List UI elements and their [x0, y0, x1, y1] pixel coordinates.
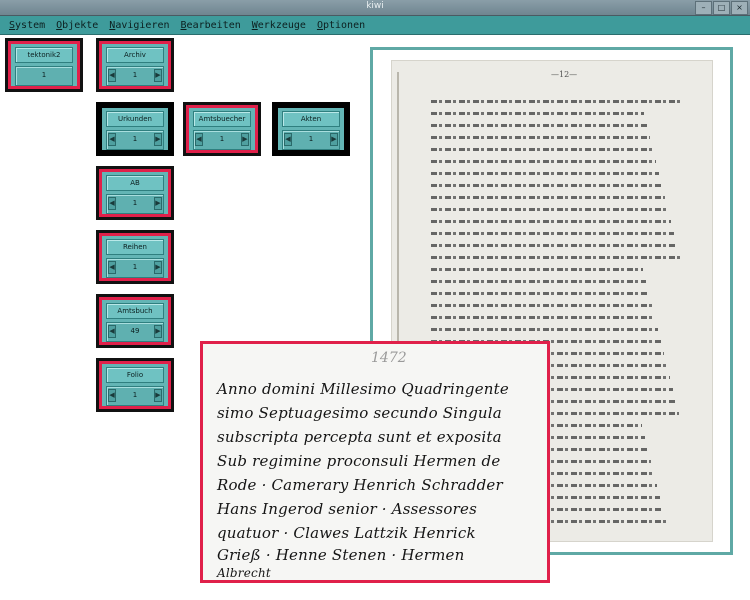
menu-bar: System Objekte Navigieren Bearbeiten Wer…	[0, 16, 750, 35]
node-value: 1	[132, 71, 138, 79]
hierarchy-node-archiv: Archiv ◀ 1 ▶	[96, 38, 174, 92]
handwriting-stroke	[431, 292, 649, 295]
arrow-right-icon[interactable]: ▶	[154, 133, 162, 146]
handwriting-stroke	[431, 208, 668, 211]
handwriting-stroke	[431, 196, 665, 199]
transcript-line: subscripta percepta sunt et exposita	[217, 428, 502, 446]
node-label-button[interactable]: Folio	[106, 367, 164, 383]
handwriting-stroke	[431, 112, 644, 115]
handwriting-stroke	[431, 136, 650, 139]
handwriting-stroke	[431, 160, 656, 163]
node-label-button[interactable]: Archiv	[106, 47, 164, 63]
node-label-button[interactable]: Reihen	[106, 239, 164, 255]
node-spinner: ◀ 1 ▶	[106, 130, 164, 150]
arrow-right-icon[interactable]: ▶	[154, 197, 162, 210]
transcript-line: Grieß · Henne Stenen · Hermen	[217, 546, 465, 564]
node-spinner: ◀ 1 ▶	[282, 130, 340, 150]
arrow-left-icon[interactable]: ◀	[108, 261, 116, 274]
handwriting-stroke	[431, 172, 659, 175]
arrow-left-icon[interactable]: ◀	[108, 69, 116, 82]
node-spinner: 1	[15, 66, 73, 86]
node-label-button[interactable]: Akten	[282, 111, 340, 127]
arrow-right-icon[interactable]: ▶	[154, 261, 162, 274]
menu-optionen[interactable]: Optionen	[317, 20, 365, 31]
node-spinner: ◀ 1 ▶	[193, 130, 251, 150]
hierarchy-node-akten: Akten ◀ 1 ▶	[272, 102, 350, 156]
handwriting-stroke	[431, 184, 662, 187]
arrow-left-icon[interactable]: ◀	[195, 133, 203, 146]
arrow-right-icon[interactable]: ▶	[154, 325, 162, 338]
hierarchy-node-urkunden: Urkunden ◀ 1 ▶	[96, 102, 174, 156]
transcript-line: Anno domini Millesimo Quadringente	[217, 380, 509, 398]
arrow-right-icon[interactable]: ▶	[154, 69, 162, 82]
window-titlebar[interactable]: kiwi – □ ×	[0, 0, 750, 16]
handwriting-stroke	[431, 148, 653, 151]
arrow-left-icon[interactable]: ◀	[108, 197, 116, 210]
transcript-line: quatuor · Clawes Lattzik Henrick	[217, 524, 476, 542]
menu-bearbeiten[interactable]: Bearbeiten	[181, 20, 241, 31]
node-value: 1	[132, 263, 138, 271]
node-value: 1	[308, 135, 314, 143]
menu-werkzeuge[interactable]: Werkzeuge	[252, 20, 306, 31]
handwriting-stroke	[431, 232, 674, 235]
transcript-line: simo Septuagesimo secundo Singula	[217, 404, 502, 422]
node-spinner: ◀ 1 ▶	[106, 66, 164, 86]
close-icon[interactable]: ×	[731, 1, 748, 15]
zoom-detail-view[interactable]: 1472 Anno domini Millesimo Quadringente …	[200, 341, 550, 583]
arrow-left-icon[interactable]: ◀	[108, 325, 116, 338]
node-value: 1	[132, 199, 138, 207]
arrow-left-icon[interactable]: ◀	[284, 133, 292, 146]
node-spinner: ◀ 1 ▶	[106, 258, 164, 278]
node-spinner: ◀ 1 ▶	[106, 386, 164, 406]
year-annotation: 1472	[371, 350, 407, 366]
handwriting-stroke	[431, 220, 671, 223]
handwriting-stroke	[431, 328, 658, 331]
node-spinner: ◀ 1 ▶	[106, 194, 164, 214]
hierarchy-node-tektonik: tektonik2 1	[5, 38, 83, 92]
menu-objekte[interactable]: Objekte	[56, 20, 98, 31]
transcript-line: Albrecht	[217, 566, 271, 580]
hierarchy-node-folio: Folio ◀ 1 ▶	[96, 358, 174, 412]
menu-navigieren[interactable]: Navigieren	[109, 20, 169, 31]
minimize-icon[interactable]: –	[695, 1, 712, 15]
arrow-right-icon[interactable]: ▶	[330, 133, 338, 146]
arrow-right-icon[interactable]: ▶	[241, 133, 249, 146]
hierarchy-node-amtsbuch: Amtsbuch ◀ 49 ▶	[96, 294, 174, 348]
handwriting-stroke	[431, 280, 646, 283]
node-label-button[interactable]: tektonik2	[15, 47, 73, 63]
window-title: kiwi	[366, 1, 384, 11]
node-label-button[interactable]: Amtsbuch	[106, 303, 164, 319]
node-spinner: ◀ 49 ▶	[106, 322, 164, 342]
node-value: 49	[130, 327, 140, 335]
arrow-left-icon[interactable]: ◀	[108, 133, 116, 146]
maximize-icon[interactable]: □	[713, 1, 730, 15]
page-number: —12—	[551, 70, 578, 79]
handwriting-stroke	[431, 304, 652, 307]
hierarchy-node-amtsbuecher: Amtsbuecher ◀ 1 ▶	[183, 102, 261, 156]
workspace: tektonik2 1 Archiv ◀ 1 ▶ Urkunden ◀ 1 ▶	[0, 35, 750, 600]
node-value: 1	[41, 71, 47, 79]
node-value: 1	[132, 391, 138, 399]
handwriting-stroke	[431, 256, 680, 259]
hierarchy-node-reihen: Reihen ◀ 1 ▶	[96, 230, 174, 284]
handwriting-stroke	[431, 316, 655, 319]
handwriting-stroke	[431, 244, 677, 247]
node-value: 1	[219, 135, 225, 143]
transcript-line: Sub regimine proconsuli Hermen de	[217, 452, 501, 470]
handwriting-stroke	[431, 100, 681, 103]
transcript-line: Hans Ingerod senior · Assessores	[217, 500, 478, 518]
handwriting-stroke	[431, 268, 643, 271]
hierarchy-node-ab: AB ◀ 1 ▶	[96, 166, 174, 220]
arrow-right-icon[interactable]: ▶	[154, 389, 162, 402]
node-label-button[interactable]: Amtsbuecher	[193, 111, 251, 127]
transcript-line: Rode · Camerary Henrich Schradder	[217, 476, 503, 494]
node-value: 1	[132, 135, 138, 143]
menu-system[interactable]: System	[9, 20, 45, 31]
node-label-button[interactable]: Urkunden	[106, 111, 164, 127]
arrow-left-icon[interactable]: ◀	[108, 389, 116, 402]
node-label-button[interactable]: AB	[106, 175, 164, 191]
handwriting-stroke	[431, 124, 647, 127]
